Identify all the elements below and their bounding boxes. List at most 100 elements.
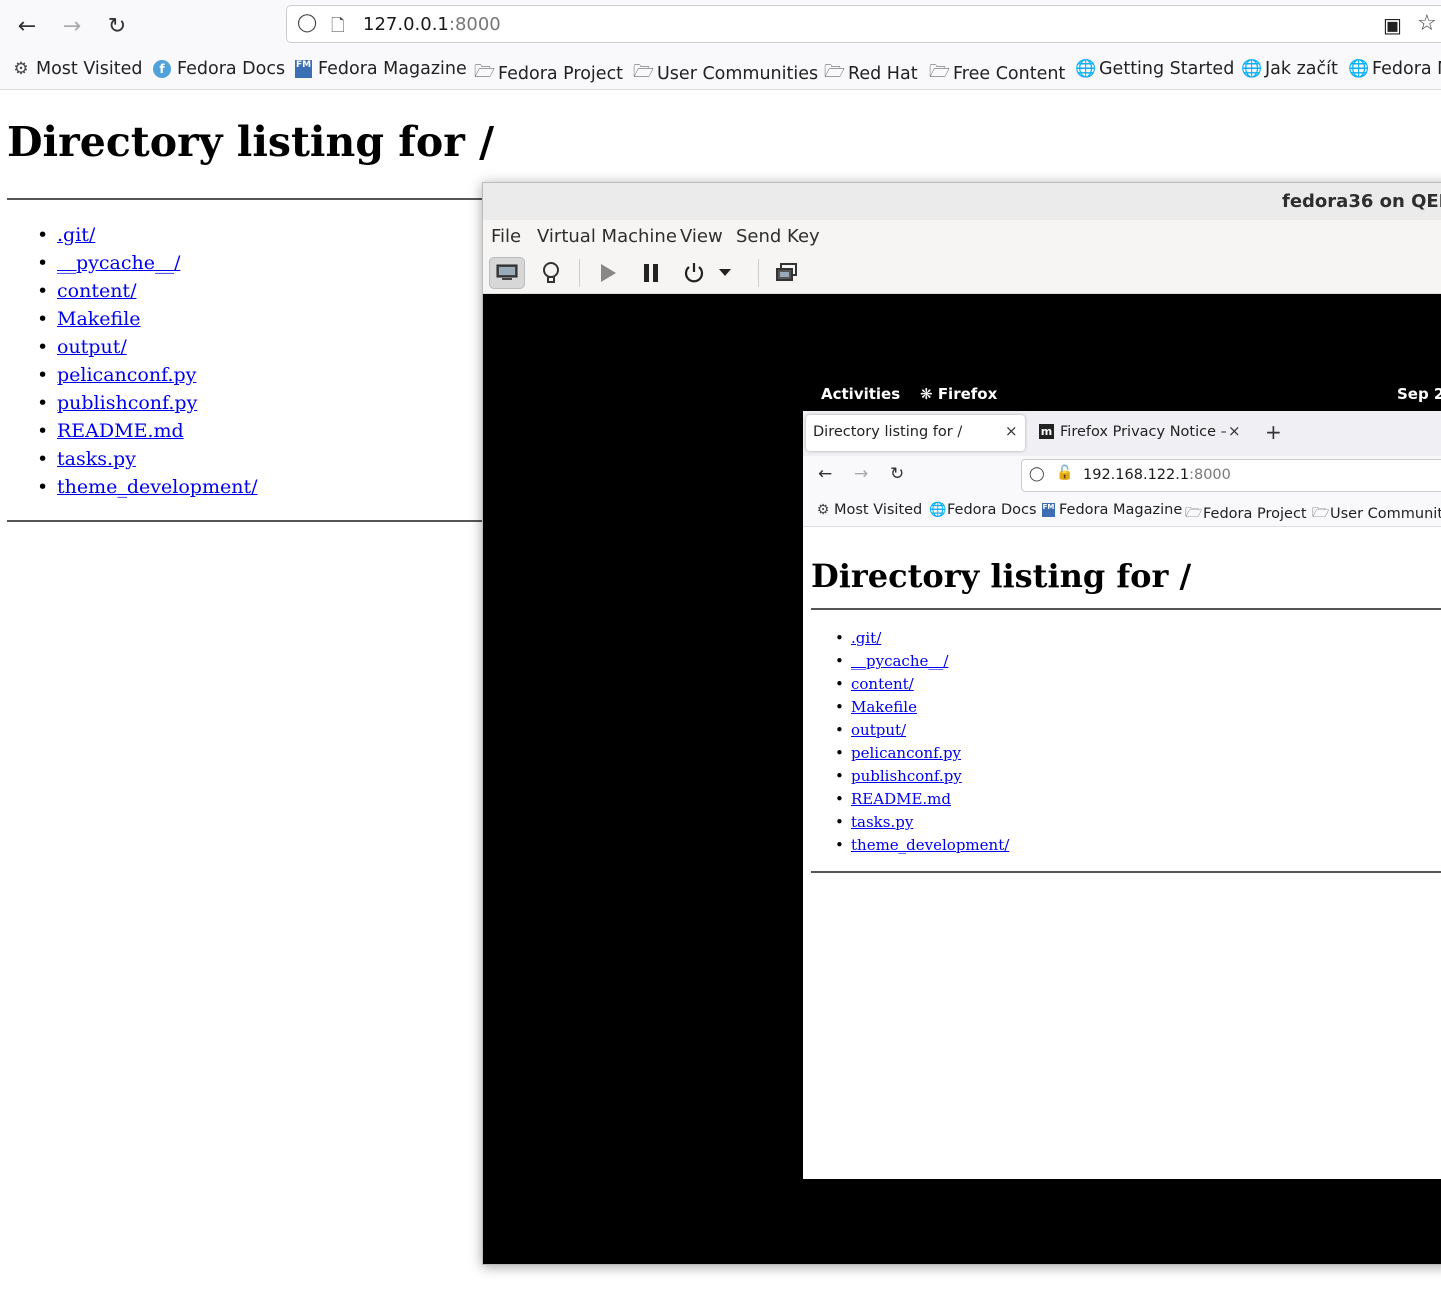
- app-menu-firefox[interactable]: ❋ Firefox: [920, 385, 997, 403]
- menu-send-key[interactable]: Send Key: [736, 226, 820, 247]
- pause-icon[interactable]: [633, 257, 669, 289]
- toolbar-separator: [579, 259, 580, 287]
- bookmark-jak-zacit[interactable]: 🌐 Jak začít: [1241, 59, 1338, 79]
- bookmark-most-visited[interactable]: ⚙ Most Visited: [12, 59, 142, 79]
- bookmark-star-icon[interactable]: ☆: [1417, 11, 1437, 36]
- reload-icon[interactable]: ↻: [890, 464, 904, 484]
- fedora-logo-icon: f: [153, 60, 171, 78]
- list-item: README.md: [803, 788, 1009, 811]
- gear-icon: ⚙: [816, 502, 830, 518]
- extensions-grid-icon[interactable]: ▣: [1383, 13, 1402, 37]
- folder-icon: 🗁: [1185, 505, 1203, 521]
- guest-directory-list: .git/ __pycache__/ content/Makefile output/…: [803, 627, 1009, 857]
- forward-arrow-icon[interactable]: →: [854, 464, 868, 484]
- forward-arrow-icon[interactable]: →: [57, 11, 87, 41]
- file-link[interactable]: publishconf.py: [851, 767, 962, 785]
- menu-view[interactable]: View: [680, 226, 723, 247]
- file-link[interactable]: theme_development/: [57, 476, 257, 498]
- file-link[interactable]: __pycache__/: [57, 252, 180, 274]
- vm-toolbar: [483, 253, 1441, 294]
- vm-menubar: File Virtual Machine View Send Key: [483, 220, 1441, 253]
- file-link[interactable]: theme_development/: [851, 836, 1009, 854]
- guest-firefox-window: Directory listing for / × m Firefox Priv…: [803, 411, 1441, 1179]
- snapshots-icon[interactable]: [769, 257, 805, 289]
- close-icon[interactable]: ×: [1228, 422, 1241, 440]
- back-arrow-icon[interactable]: ←: [818, 464, 832, 484]
- list-item: output/: [803, 719, 1009, 742]
- file-link[interactable]: pelicanconf.py: [57, 364, 196, 386]
- file-link[interactable]: pelicanconf.py: [851, 744, 961, 762]
- file-link[interactable]: __pycache__/: [851, 652, 948, 670]
- guest-url-bar[interactable]: ◯ 🔓 192.168.122.1:8000: [1021, 459, 1441, 492]
- list-item: theme_development/: [7, 473, 257, 501]
- list-item: theme_development/: [803, 834, 1009, 857]
- console-icon[interactable]: [489, 257, 525, 289]
- folder-icon: 🗁: [929, 62, 951, 82]
- firefox-icon: ❋: [920, 385, 933, 403]
- back-arrow-icon[interactable]: ←: [12, 11, 42, 41]
- file-link[interactable]: Makefile: [57, 308, 141, 330]
- bookmark-fedora-m[interactable]: 🌐Fedora M: [1348, 59, 1441, 79]
- file-link[interactable]: content/: [57, 280, 136, 302]
- globe-icon: 🌐: [1241, 59, 1263, 79]
- bookmark-fedora-project[interactable]: 🗁 Fedora Project: [1185, 502, 1307, 526]
- fedora-magazine-icon: FM: [295, 60, 312, 78]
- mozilla-icon: m: [1039, 424, 1054, 439]
- bookmark-fedora-magazine[interactable]: FM Fedora Magazine: [295, 59, 467, 79]
- vm-viewer-window: fedora36 on QEMU File Virtual Machine Vi…: [482, 182, 1441, 1265]
- list-item: output/: [7, 333, 257, 361]
- file-link[interactable]: README.md: [57, 420, 184, 442]
- activities-button[interactable]: Activities: [821, 385, 900, 403]
- host-url-text: 127.0.0.1:8000: [363, 14, 501, 35]
- bookmark-user-communities[interactable]: 🗁User Communities: [1312, 502, 1441, 526]
- reload-icon[interactable]: ↻: [102, 11, 132, 41]
- file-link[interactable]: content/: [851, 675, 914, 693]
- file-link[interactable]: README.md: [851, 790, 951, 808]
- menu-file[interactable]: File: [491, 226, 521, 247]
- bookmark-getting-started[interactable]: 🌐 Getting Started: [1075, 59, 1234, 79]
- list-item: __pycache__/: [7, 249, 257, 277]
- bookmark-most-visited[interactable]: ⚙ Most Visited: [816, 502, 923, 518]
- list-item: content/: [7, 277, 257, 305]
- list-item: Makefile: [803, 696, 1009, 719]
- file-link[interactable]: Makefile: [851, 698, 917, 716]
- file-link[interactable]: tasks.py: [851, 813, 913, 831]
- list-item: content/: [803, 673, 1009, 696]
- new-tab-plus-icon[interactable]: +: [1265, 420, 1282, 444]
- shield-icon[interactable]: ◯: [1029, 466, 1045, 482]
- tab-directory-listing[interactable]: Directory listing for / ×: [806, 415, 1025, 451]
- bookmark-user-communities[interactable]: 🗁User Communities: [633, 59, 818, 88]
- file-link[interactable]: publishconf.py: [57, 392, 197, 414]
- shield-icon[interactable]: ◯: [297, 12, 317, 33]
- folder-icon: 🗁: [633, 62, 655, 82]
- menu-virtual-machine[interactable]: Virtual Machine: [537, 226, 677, 247]
- vm-display[interactable]: Activities ❋ Firefox Sep 26 Directory li…: [483, 294, 1441, 1264]
- host-navigation-toolbar: ← → ↻ ◯ 🗋 127.0.0.1:8000 ▣ ☆: [0, 0, 1441, 52]
- vm-titlebar[interactable]: fedora36 on QEMU: [483, 183, 1441, 221]
- file-link[interactable]: .git/: [57, 224, 95, 246]
- gear-icon: ⚙: [13, 59, 29, 79]
- clock[interactable]: Sep 26: [1397, 385, 1441, 403]
- details-lightbulb-icon[interactable]: [533, 257, 569, 289]
- list-item: tasks.py: [7, 445, 257, 473]
- bookmark-fedora-docs[interactable]: f Fedora Docs: [153, 59, 285, 79]
- power-icon[interactable]: [676, 257, 712, 289]
- file-link[interactable]: output/: [851, 721, 906, 739]
- file-link[interactable]: output/: [57, 336, 127, 358]
- tab-privacy-notice[interactable]: m Firefox Privacy Notice — M ×: [1031, 415, 1243, 451]
- list-item: publishconf.py: [803, 765, 1009, 788]
- run-icon[interactable]: [590, 257, 626, 289]
- host-url-bar[interactable]: ◯ 🗋 127.0.0.1:8000: [286, 5, 1441, 43]
- bookmark-red-hat[interactable]: 🗁 Red Hat: [824, 59, 918, 88]
- file-link[interactable]: .git/: [851, 629, 881, 647]
- bookmark-fedora-docs[interactable]: 🌐 Fedora Docs: [929, 502, 1037, 518]
- bookmark-fedora-project[interactable]: 🗁 Fedora Project: [474, 59, 623, 88]
- close-icon[interactable]: ×: [1005, 422, 1018, 440]
- host-bookmarks-toolbar: ⚙ Most Visited f Fedora Docs FM Fedora Maga…: [0, 52, 1441, 90]
- bookmark-free-content[interactable]: 🗁 Free Content: [929, 59, 1065, 88]
- bookmark-fedora-magazine[interactable]: FM Fedora Magazine: [1042, 502, 1182, 518]
- file-link[interactable]: tasks.py: [57, 448, 136, 470]
- dropdown-arrow-icon[interactable]: [715, 257, 735, 289]
- list-item: pelicanconf.py: [7, 361, 257, 389]
- insecure-lock-icon[interactable]: 🔓: [1056, 465, 1073, 481]
